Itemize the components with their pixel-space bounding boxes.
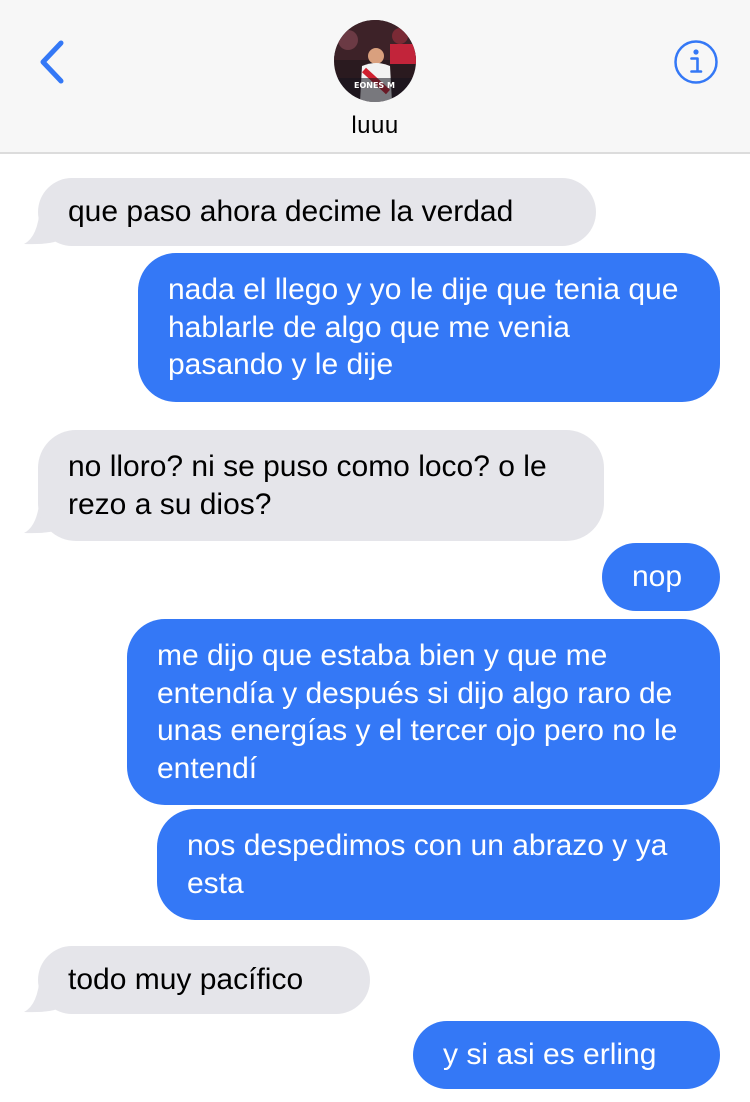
svg-text:EONES M: EONES M — [354, 81, 395, 90]
message-outgoing[interactable]: me dijo que estaba bien y que me entendí… — [127, 619, 720, 805]
back-button[interactable] — [30, 38, 74, 86]
message-thread[interactable]: que paso ahora decime la verdad nada el … — [0, 156, 750, 1102]
message-outgoing[interactable]: nop — [602, 543, 720, 611]
message-outgoing[interactable]: nos despedimos con un abrazo y ya esta — [157, 809, 720, 920]
info-circle-icon — [674, 40, 718, 84]
avatar[interactable]: EONES M — [334, 20, 416, 102]
chevron-left-icon — [40, 40, 64, 84]
avatar-photo: EONES M — [334, 20, 416, 102]
message-outgoing[interactable]: y si asi es erling — [413, 1021, 720, 1089]
message-incoming[interactable]: que paso ahora decime la verdad — [38, 178, 596, 246]
message-outgoing[interactable]: nada el llego y yo le dije que tenia que… — [138, 253, 720, 402]
conversation-header: EONES M luuu — [0, 0, 750, 154]
info-button[interactable] — [672, 38, 720, 86]
contact-name[interactable]: luuu — [0, 112, 750, 140]
message-incoming[interactable]: todo muy pacífico — [38, 946, 370, 1014]
message-incoming[interactable]: no lloro? ni se puso como loco? o le rez… — [38, 430, 604, 541]
